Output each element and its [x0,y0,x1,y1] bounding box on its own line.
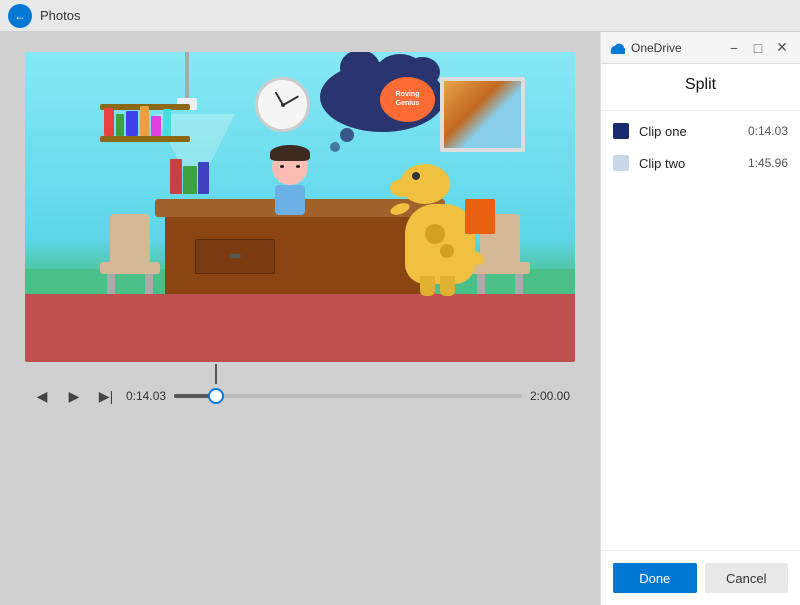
book [104,108,114,136]
dino-spot1 [425,224,445,244]
clip-color-2 [613,155,629,171]
chair-seat-left [100,262,160,274]
bookshelf [100,82,190,142]
clip-time-1: 0:14.03 [748,124,788,138]
cloud-bump1 [340,52,380,85]
onedrive-icon [609,40,625,56]
book [116,114,124,136]
clip-color-1 [613,123,629,139]
onedrive-title: OneDrive [631,41,682,55]
book [163,109,171,136]
timeline[interactable] [174,386,522,406]
minimize-button[interactable]: − [724,38,744,58]
chair-leg-left2 [145,274,153,294]
desk-book3 [198,162,209,194]
drawer-handle [229,254,241,258]
play-icon: ▶ [69,388,80,405]
maximize-button[interactable]: □ [748,38,768,58]
video-area: RovingGenius [0,32,600,605]
app-titlebar: ← Photos [0,0,800,32]
cloud-dot1 [340,128,354,142]
back-icon: ← [14,9,26,23]
boy-body [275,185,305,215]
play-button[interactable]: ▶ [62,384,86,408]
clip-name-1: Clip one [639,124,738,139]
dino-snout [390,179,415,197]
od-title-left: OneDrive [609,40,682,56]
dino-eye [412,172,420,180]
clock-center [281,103,285,107]
next-button[interactable]: ▶| [94,384,118,408]
clip-item-1: Clip one 0:14.03 [613,123,788,139]
boy-hair [270,145,310,161]
logo-text: RovingGenius [396,91,420,108]
close-button[interactable]: ✕ [772,38,792,58]
timeline-thumb[interactable] [208,388,224,404]
onedrive-titlebar: OneDrive − □ ✕ [601,32,800,64]
desk-leg-left [185,274,203,294]
clock-inner [258,80,307,129]
timeline-track [174,394,522,398]
clip-time-2: 1:45.96 [748,156,788,170]
desk-drawer [195,239,275,274]
books-row [104,106,171,136]
boy-character [260,149,320,229]
cancel-button[interactable]: Cancel [705,563,789,593]
video-frame: RovingGenius [25,52,575,362]
dino-leg-left [420,276,435,296]
chair-leg-left1 [107,274,115,294]
boy-eye-left [280,165,284,168]
done-button[interactable]: Done [613,563,697,593]
desk-book2 [183,166,197,194]
book [140,106,149,136]
split-title: Split [601,64,800,111]
frame-inner [444,81,521,148]
cloud-dot2 [330,142,340,152]
dino-leg-right [440,276,455,296]
dino-book [465,199,495,234]
next-icon: ▶| [99,388,113,405]
app-title: Photos [40,8,80,23]
book [151,116,161,136]
roving-genius-logo: RovingGenius [380,77,435,122]
end-time: 2:00.00 [530,389,570,403]
book [126,111,138,136]
shelf-board-bottom [100,136,190,142]
boy-eye-right [296,165,300,168]
current-time: 0:14.03 [126,389,166,403]
dinosaur-character [395,174,495,284]
clock-minute-hand [282,95,298,105]
od-window-controls: − □ ✕ [724,38,792,58]
back-button[interactable]: ← [8,4,32,28]
dino-spot2 [440,244,454,258]
chair-leg-right2 [515,274,523,294]
controls-bar: ◀ ▶ ▶| 0:14.03 2:00.00 [20,372,580,420]
action-buttons: Done Cancel [601,550,800,605]
desk-book1 [170,159,182,194]
dino-tail [453,244,486,268]
clips-list: Clip one 0:14.03 Clip two 1:45.96 [601,111,800,550]
picture-frame [440,77,525,152]
floor-red [25,294,575,362]
timeline-thumb-line [215,364,217,384]
desk-books [170,159,209,194]
clock [255,77,310,132]
clip-name-2: Clip two [639,156,738,171]
dino-head [400,164,450,204]
rewind-button[interactable]: ◀ [30,384,54,408]
right-panel: OneDrive − □ ✕ Split Clip one 0:14.03 Cl… [600,32,800,605]
clip-item-2: Clip two 1:45.96 [613,155,788,171]
scene: RovingGenius [25,52,575,362]
boy-head [272,149,308,185]
main-container: RovingGenius [0,32,800,605]
rewind-icon: ◀ [37,388,48,405]
chair-back-left [110,214,150,264]
